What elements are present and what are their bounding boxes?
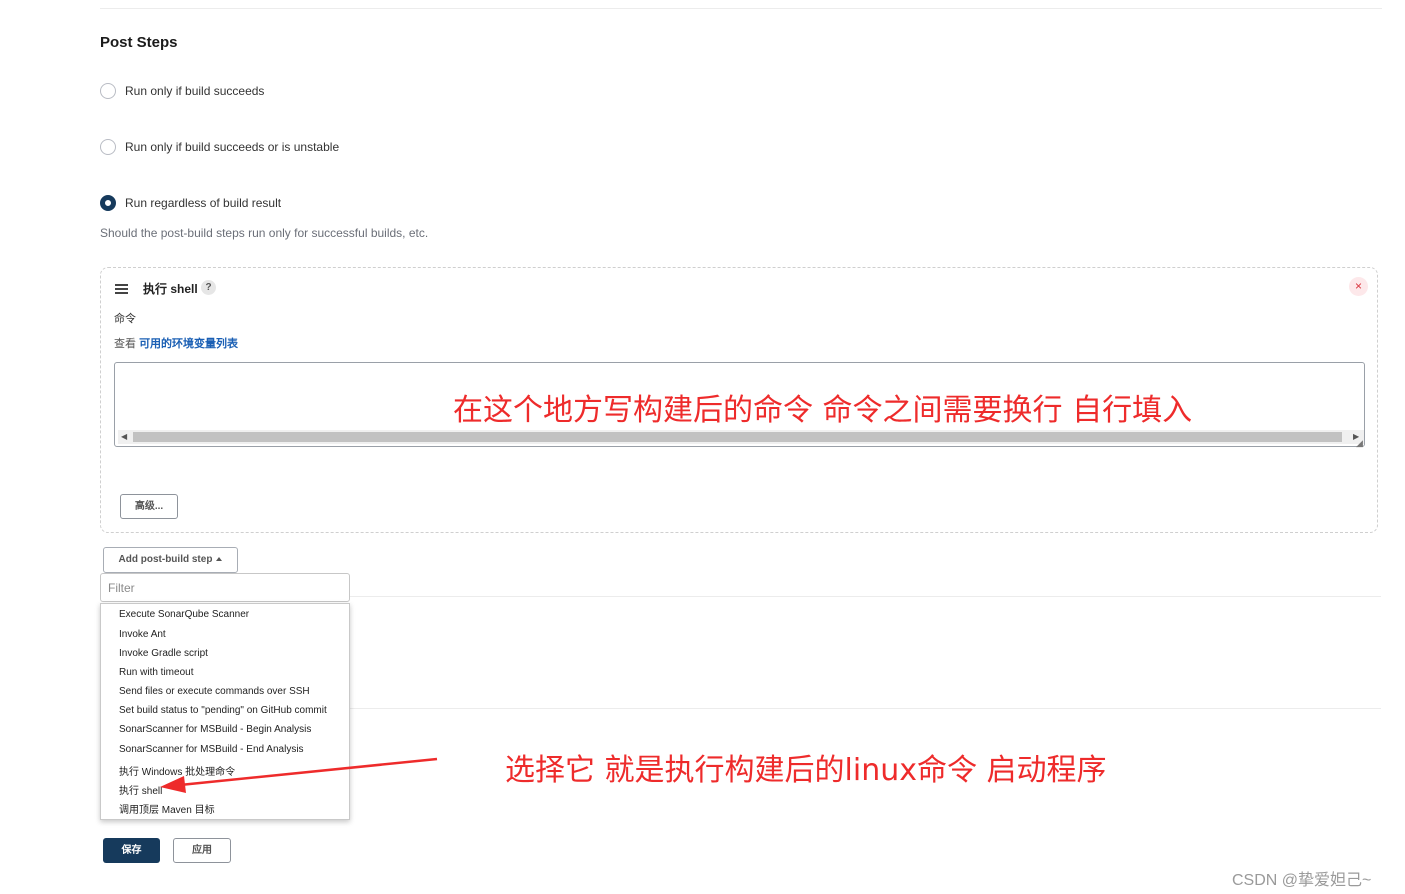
caret-up-icon [216,557,223,561]
menu-item[interactable]: Send files or execute commands over SSH [119,686,310,697]
step-title: 执行 shell [143,282,198,296]
menu-item[interactable]: 调用顶层 Maven 目标 [119,801,215,816]
help-icon[interactable]: ? [201,280,216,295]
menu-item[interactable]: SonarScanner for MSBuild - Begin Analysi… [119,724,311,735]
menu-item-execute-shell[interactable]: 执行 shell [119,782,162,797]
annotation-select-hint: 选择它 就是执行构建后的linux命令 启动程序 [505,753,1107,788]
radio-option-regardless[interactable]: Run regardless of build result [100,193,281,213]
menu-item[interactable]: SonarScanner for MSBuild - End Analysis [119,744,304,755]
resize-handle-icon[interactable]: ◢ [1356,438,1363,449]
menu-item[interactable]: Set build status to "pending" on GitHub … [119,705,327,716]
env-vars-line: 查看 可用的环境变量列表 [114,335,238,351]
add-post-build-step-button[interactable]: Add post-build step [103,547,238,573]
scrollbar-thumb[interactable] [133,432,1342,442]
divider [350,708,1381,709]
post-steps-help: Should the post-build steps run only for… [100,226,429,240]
close-icon[interactable]: × [1349,277,1368,296]
radio-option-succeeds-or-unstable[interactable]: Run only if build succeeds or is unstabl… [100,137,339,157]
radio-label: Run regardless of build result [125,196,282,210]
menu-item[interactable]: Run with timeout [119,667,193,678]
radio-button[interactable] [100,83,116,99]
radio-option-build-succeeds[interactable]: Run only if build succeeds [100,81,264,101]
advanced-button[interactable]: 高级... [120,494,178,519]
command-label: 命令 [114,313,136,325]
watermark: CSDN @挚爱妲己~ [1232,872,1372,889]
menu-item[interactable]: Invoke Ant [119,629,166,640]
drag-handle-icon[interactable] [115,284,128,296]
save-button[interactable]: 保存 [103,838,160,863]
menu-item[interactable]: Invoke Gradle script [119,648,208,659]
menu-item[interactable]: Execute SonarQube Scanner [119,609,249,620]
apply-button[interactable]: 应用 [173,838,231,863]
radio-button-selected[interactable] [100,195,116,211]
section-title: Post Steps [100,34,178,51]
top-divider [100,8,1382,9]
filter-input[interactable] [100,573,350,602]
env-prefix: 查看 [114,338,136,350]
annotation-command-hint: 在这个地方写构建后的命令 命令之间需要换行 自行填入 [453,393,1193,428]
scroll-left-icon[interactable]: ◀ [121,430,127,444]
add-step-label: Add post-build step [118,554,213,565]
radio-label: Run only if build succeeds or is unstabl… [125,140,340,154]
radio-button[interactable] [100,139,116,155]
annotation-arrow [160,757,438,793]
divider [350,596,1381,597]
radio-label: Run only if build succeeds [125,84,265,98]
env-vars-link[interactable]: 可用的环境变量列表 [139,338,238,350]
